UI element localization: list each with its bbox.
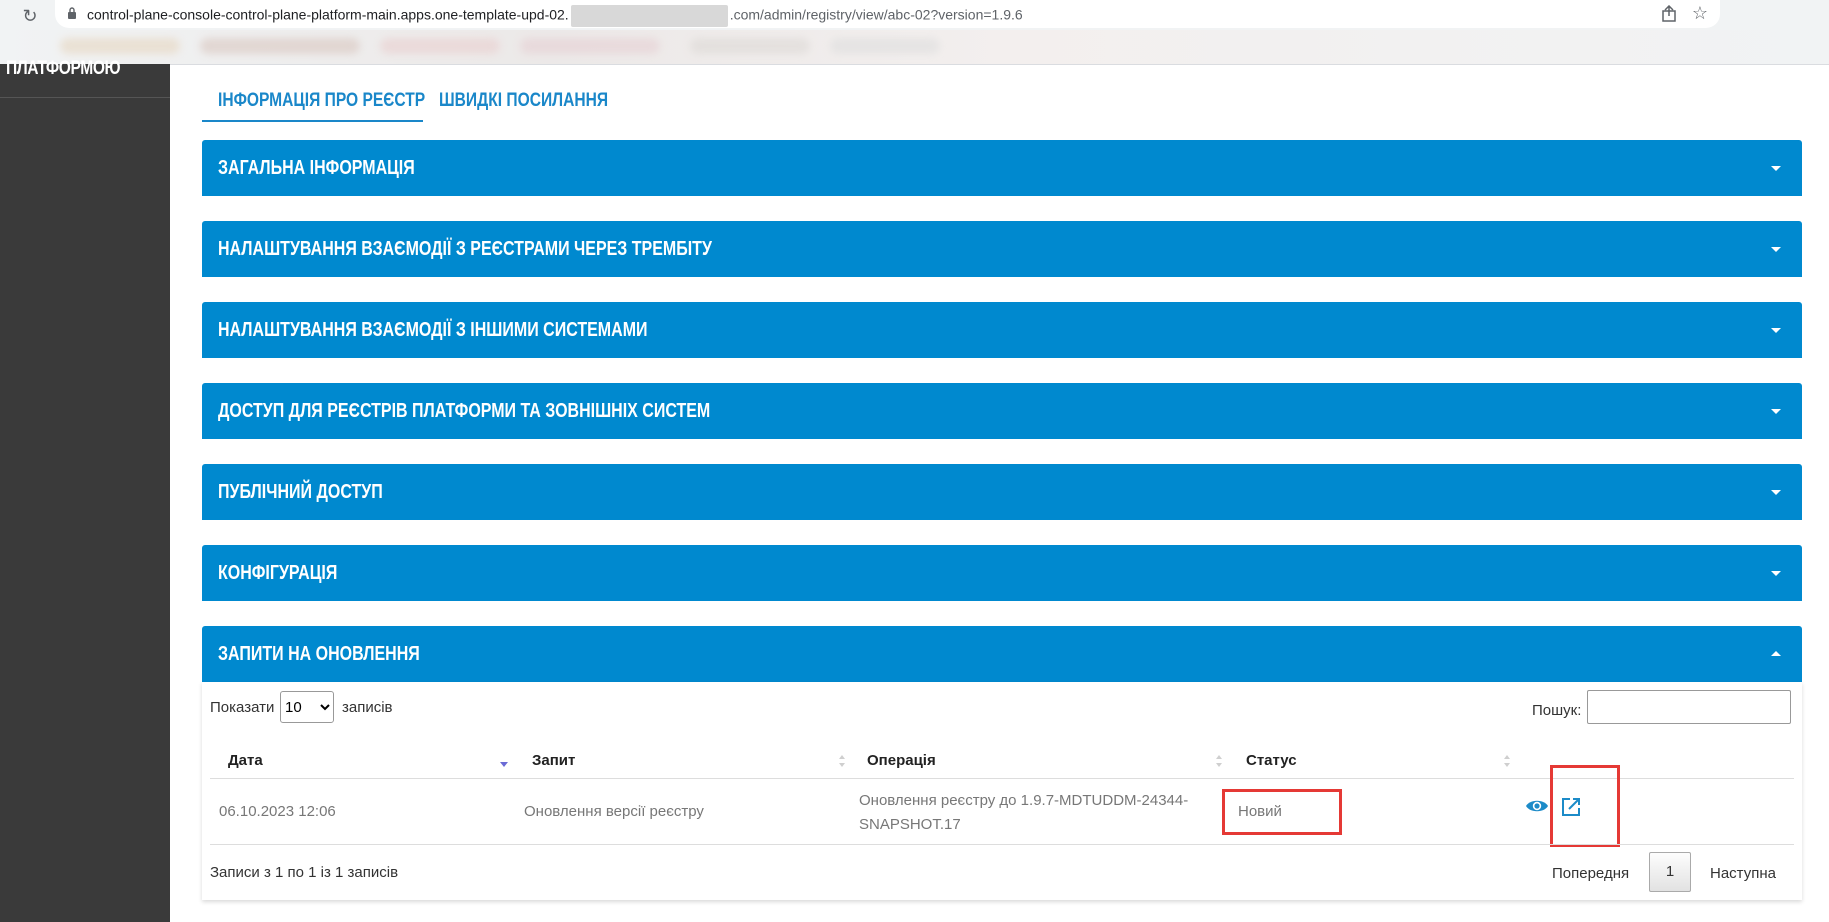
column-header-operation[interactable]: Операція <box>867 752 936 769</box>
panel-public-access[interactable]: ПУБЛІЧНИЙ ДОСТУП <box>202 464 1802 520</box>
url-text: control-plane-console-control-plane-plat… <box>87 5 1023 27</box>
bookmark-item[interactable] <box>830 38 940 54</box>
sort-desc-icon[interactable] <box>499 753 509 769</box>
bookmark-star-icon[interactable]: ☆ <box>1692 3 1708 24</box>
panel-title: ЗАПИТИ НА ОНОВЛЕННЯ <box>218 643 420 665</box>
previous-page-button[interactable]: Попередня <box>1552 865 1629 882</box>
panel-title: НАЛАШТУВАННЯ ВЗАЄМОДІЇ З ІНШИМИ СИСТЕМАМ… <box>218 319 648 341</box>
next-page-button[interactable]: Наступна <box>1710 865 1776 882</box>
panel-title: ПУБЛІЧНИЙ ДОСТУП <box>218 481 383 503</box>
sidebar-divider <box>0 97 170 98</box>
column-header-date[interactable]: Дата <box>228 752 263 769</box>
panel-title: НАЛАШТУВАННЯ ВЗАЄМОДІЇ З РЕЄСТРАМИ ЧЕРЕЗ… <box>218 238 712 260</box>
search-input[interactable] <box>1587 690 1791 724</box>
eye-icon[interactable] <box>1525 797 1549 815</box>
page-number-button[interactable]: 1 <box>1649 852 1691 892</box>
chevron-down-icon <box>1771 166 1781 171</box>
panel-title: ЗАГАЛЬНА ІНФОРМАЦІЯ <box>218 157 415 179</box>
panel-configuration[interactable]: КОНФІГУРАЦІЯ <box>202 545 1802 601</box>
table-row-divider <box>210 844 1794 845</box>
column-header-request[interactable]: Запит <box>532 752 575 769</box>
panel-title: ДОСТУП ДЛЯ РЕЄСТРІВ ПЛАТФОРМИ ТА ЗОВНІШН… <box>218 400 711 422</box>
sort-icon[interactable] <box>1214 753 1224 769</box>
bookmark-item[interactable] <box>520 38 660 54</box>
sidebar: ПЛАТФОРМОЮ <box>0 58 170 922</box>
panel-platform-access[interactable]: ДОСТУП ДЛЯ РЕЄСТРІВ ПЛАТФОРМИ ТА ЗОВНІШН… <box>202 383 1802 439</box>
show-entries-suffix: записів <box>342 699 393 716</box>
update-requests-table: Показати 10 записів Пошук: Дата Запит Оп… <box>202 682 1802 900</box>
chevron-up-icon <box>1771 651 1781 656</box>
address-bar[interactable]: control-plane-console-control-plane-plat… <box>55 0 1720 28</box>
pagination-info: Записи з 1 по 1 із 1 записів <box>210 864 399 881</box>
tab-quick-links[interactable]: ШВИДКІ ПОСИЛАННЯ <box>439 84 608 118</box>
bookmark-item[interactable] <box>60 38 180 54</box>
chevron-down-icon <box>1771 409 1781 414</box>
tab-registry-info[interactable]: ІНФОРМАЦІЯ ПРО РЕЄСТР <box>218 84 425 118</box>
cell-operation-line1: Оновлення реєстру до 1.9.7-MDTUDDM-24344… <box>859 792 1189 809</box>
panel-trembita-settings[interactable]: НАЛАШТУВАННЯ ВЗАЄМОДІЇ З РЕЄСТРАМИ ЧЕРЕЗ… <box>202 221 1802 277</box>
bookmark-item[interactable] <box>690 38 810 54</box>
page-size-select[interactable]: 10 <box>280 691 334 723</box>
bookmark-item[interactable] <box>380 38 500 54</box>
chevron-down-icon <box>1771 247 1781 252</box>
bookmarks-bar <box>0 30 1829 64</box>
chevron-down-icon <box>1771 571 1781 576</box>
browser-toolbar: ↻ control-plane-console-control-plane-pl… <box>0 0 1829 65</box>
url-path: .com/admin/registry/view/abc-02?version=… <box>729 6 1023 23</box>
show-entries-label: Показати <box>210 699 275 716</box>
cell-operation-line2: SNAPSHOT.17 <box>859 816 961 833</box>
column-header-status[interactable]: Статус <box>1246 752 1297 769</box>
sidebar-title: ПЛАТФОРМОЮ <box>6 58 121 79</box>
url-host: control-plane-console-control-plane-plat… <box>87 6 569 23</box>
reload-icon[interactable]: ↻ <box>18 4 42 28</box>
url-redacted-segment <box>570 5 728 27</box>
active-tab-indicator <box>202 120 423 122</box>
panel-other-systems-settings[interactable]: НАЛАШТУВАННЯ ВЗАЄМОДІЇ З ІНШИМИ СИСТЕМАМ… <box>202 302 1802 358</box>
panel-title: КОНФІГУРАЦІЯ <box>218 562 338 584</box>
actions-highlight-box <box>1550 765 1620 847</box>
search-label: Пошук: <box>1532 702 1582 719</box>
chevron-down-icon <box>1771 328 1781 333</box>
sort-icon[interactable] <box>837 753 847 769</box>
sort-icon[interactable] <box>1502 753 1512 769</box>
panel-general-info[interactable]: ЗАГАЛЬНА ІНФОРМАЦІЯ <box>202 140 1802 196</box>
chevron-down-icon <box>1771 490 1781 495</box>
status-highlight-box <box>1222 789 1342 835</box>
bookmark-item[interactable] <box>200 38 360 54</box>
lock-icon <box>68 7 76 19</box>
share-icon[interactable] <box>1660 5 1678 23</box>
cell-date: 06.10.2023 12:06 <box>219 803 336 820</box>
cell-request: Оновлення версії реєстру <box>524 803 704 820</box>
panel-update-requests[interactable]: ЗАПИТИ НА ОНОВЛЕННЯ <box>202 626 1802 682</box>
